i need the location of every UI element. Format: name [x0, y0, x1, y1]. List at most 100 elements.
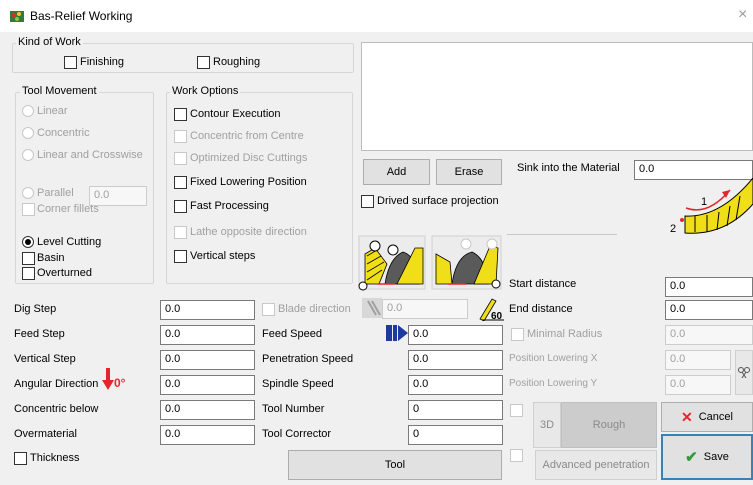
pos-lowering-x-field[interactable]: 0.0 [665, 350, 731, 370]
optimized-disc-label: Optimized Disc Cuttings [190, 152, 308, 164]
sink-field[interactable]: 0.0 [634, 160, 753, 180]
erase-button[interactable]: Erase [436, 159, 502, 185]
basin-label: Basin [37, 252, 65, 264]
parallel-radio[interactable] [22, 187, 34, 199]
angle-arrow-icon [102, 368, 114, 390]
tool-button[interactable]: Tool [288, 450, 502, 480]
start-distance-field[interactable]: 0.0 [665, 277, 753, 297]
blade-field[interactable]: 0.0 [382, 299, 468, 319]
roughing-label: Roughing [213, 56, 261, 68]
level-cutting-radio[interactable] [22, 236, 34, 248]
fast-processing-checkbox[interactable] [174, 200, 187, 213]
feed-step-field[interactable]: 0.0 [160, 325, 255, 345]
vertical-steps-label: Vertical steps [190, 250, 256, 262]
pick-position-button[interactable] [735, 350, 753, 395]
overmaterial-field[interactable]: 0.0 [160, 425, 255, 445]
drived-projection-label: Drived surface projection [377, 195, 499, 207]
vertical-steps-checkbox[interactable] [174, 250, 187, 263]
pos-lowering-x-label: Position Lowering X [509, 353, 598, 364]
option-checkbox-bottom[interactable] [510, 449, 523, 462]
concentric-radio[interactable] [22, 127, 34, 139]
minimal-radius-field[interactable]: 0.0 [665, 325, 753, 345]
thickness-checkbox[interactable] [14, 452, 27, 465]
end-distance-label: End distance [509, 303, 573, 315]
penetration-speed-label: Penetration Speed [262, 353, 354, 365]
fixed-lowering-checkbox[interactable] [174, 176, 187, 189]
penetration-speed-field[interactable]: 0.0 [408, 350, 503, 370]
pos-lowering-y-label: Position Lowering Y [509, 378, 598, 389]
rough-button[interactable]: Rough [561, 402, 657, 448]
start-distance-label: Start distance [509, 278, 577, 290]
feed-step-label: Feed Step [14, 328, 65, 340]
dig-step-label: Dig Step [14, 303, 57, 315]
separator [507, 234, 617, 235]
vertical-step-label: Vertical Step [14, 353, 76, 365]
contour-execution-label: Contour Execution [190, 108, 281, 120]
pos-lowering-y-field[interactable]: 0.0 [665, 375, 731, 395]
thickness-label: Thickness [30, 452, 80, 464]
tool-corrector-label: Tool Corrector [262, 428, 332, 440]
surfaces-list[interactable] [361, 42, 753, 151]
roughing-checkbox[interactable] [197, 56, 210, 69]
finishing-checkbox[interactable] [64, 56, 77, 69]
angle-60-text: 60 [491, 311, 503, 321]
concentric-centre-checkbox[interactable] [174, 130, 187, 143]
cancel-button[interactable]: ✕ Cancel [661, 402, 753, 432]
basin-checkbox[interactable] [22, 252, 35, 265]
minimal-radius-label: Minimal Radius [527, 328, 603, 340]
feed-speed-field[interactable]: 0.0 [408, 325, 503, 345]
fast-processing-label: Fast Processing [190, 200, 269, 212]
kind-of-work-legend: Kind of Work [16, 36, 83, 48]
spindle-speed-field[interactable]: 0.0 [408, 375, 503, 395]
level-cutting-label: Level Cutting [37, 236, 102, 248]
option-checkbox-top[interactable] [510, 404, 523, 417]
concentric-label: Concentric [37, 127, 90, 139]
blade-direction-checkbox[interactable] [262, 303, 275, 316]
app-icon [10, 11, 24, 22]
linear-crosswise-radio[interactable] [22, 149, 34, 161]
optimized-disc-checkbox[interactable] [174, 152, 187, 165]
drived-projection-checkbox[interactable] [361, 195, 374, 208]
advanced-penetration-button[interactable]: Advanced penetration [535, 450, 657, 480]
contour-execution-checkbox[interactable] [174, 108, 187, 121]
tool-movement-legend: Tool Movement [20, 85, 99, 97]
fixed-lowering-label: Fixed Lowering Position [190, 176, 307, 188]
save-button[interactable]: ✔ Save [661, 434, 753, 480]
diagram-label-1: 1 [701, 196, 707, 208]
blade-direction-label: Blade direction [278, 303, 351, 315]
three-d-button[interactable]: 3D [533, 402, 561, 448]
concentric-below-field[interactable]: 0.0 [160, 400, 255, 420]
tool-corrector-field[interactable]: 0 [408, 425, 503, 445]
feed-speed-label: Feed Speed [262, 328, 322, 340]
title-bar: Bas-Relief Working × [0, 0, 753, 32]
blade-icon [362, 298, 382, 318]
angular-direction-label: Angular Direction [14, 378, 99, 390]
add-button[interactable]: Add [363, 159, 430, 185]
close-icon[interactable]: × [738, 6, 747, 24]
sink-label: Sink into the Material [517, 162, 620, 174]
lathe-opposite-checkbox[interactable] [174, 226, 187, 239]
linear-crosswise-label: Linear and Crosswise [37, 149, 143, 161]
overturned-checkbox[interactable] [22, 267, 35, 280]
minimal-radius-checkbox[interactable] [511, 328, 524, 341]
check-icon: ✔ [685, 449, 698, 466]
overturned-label: Overturned [37, 267, 93, 279]
spindle-speed-label: Spindle Speed [262, 378, 334, 390]
linear-label: Linear [37, 105, 68, 117]
corner-fillets-label: Corner fillets [37, 203, 99, 215]
level-cutting-image-right[interactable] [430, 234, 503, 291]
angular-direction-field[interactable]: 0.0 [160, 375, 255, 395]
end-distance-field[interactable]: 0.0 [665, 300, 753, 320]
tool-number-field[interactable]: 0 [408, 400, 503, 420]
dig-step-field[interactable]: 0.0 [160, 300, 255, 320]
concentric-below-label: Concentric below [14, 403, 99, 415]
corner-fillets-checkbox[interactable] [22, 203, 35, 216]
diagram-label-2: 2 [670, 223, 676, 235]
window-title: Bas-Relief Working [30, 9, 133, 23]
level-cutting-image-left[interactable] [357, 234, 427, 291]
vertical-step-field[interactable]: 0.0 [160, 350, 255, 370]
lathe-opposite-label: Lathe opposite direction [190, 226, 307, 238]
angle-60-icon: 60 [479, 298, 504, 321]
linear-radio[interactable] [22, 105, 34, 117]
parallel-label: Parallel [37, 187, 74, 199]
